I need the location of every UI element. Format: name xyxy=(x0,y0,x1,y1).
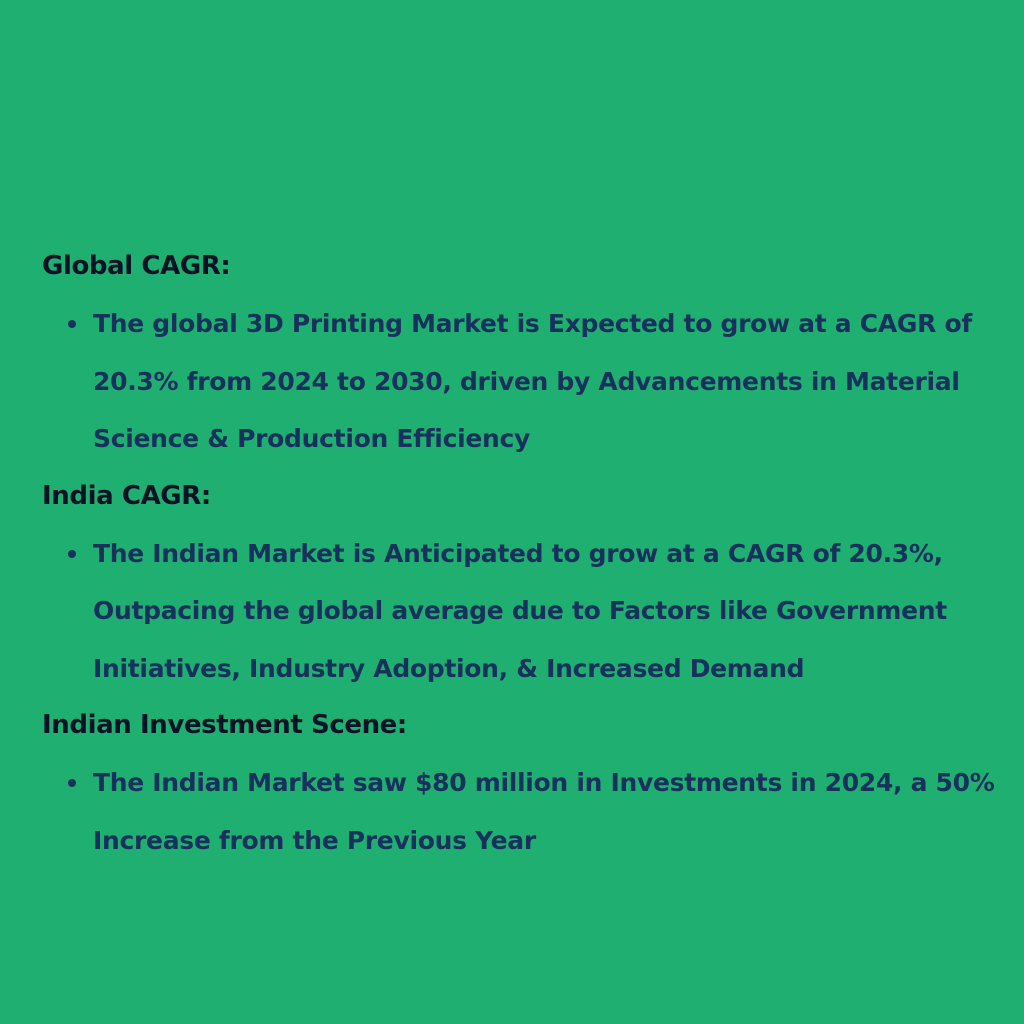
bullet-item: The global 3D Printing Market is Expecte… xyxy=(42,295,1002,468)
bullet-text: The global 3D Printing Market is Expecte… xyxy=(93,309,972,453)
section-heading: Global CAGR: xyxy=(42,251,231,281)
bullet-dot-icon xyxy=(68,320,76,328)
bullet-list: The Indian Market saw $80 million in Inv… xyxy=(42,754,1002,869)
content-block: Global CAGR: The global 3D Printing Mark… xyxy=(42,238,1002,869)
bullet-item: The Indian Market is Anticipated to grow… xyxy=(42,525,1002,698)
bullet-dot-icon xyxy=(68,779,76,787)
bullet-item: The Indian Market saw $80 million in Inv… xyxy=(42,754,1002,869)
slide-page: { "sections": [ { "heading": "Global CAG… xyxy=(0,0,1024,1024)
bullet-list: The Indian Market is Anticipated to grow… xyxy=(42,525,1002,698)
section-india-cagr: India CAGR: The Indian Market is Anticip… xyxy=(42,468,1002,698)
bullet-list: The global 3D Printing Market is Expecte… xyxy=(42,295,1002,468)
bullet-text: The Indian Market saw $80 million in Inv… xyxy=(93,768,995,855)
bullet-dot-icon xyxy=(68,549,76,558)
section-global-cagr: Global CAGR: The global 3D Printing Mark… xyxy=(42,238,1002,468)
section-indian-investment-scene: Indian Investment Scene: The Indian Mark… xyxy=(42,697,1002,869)
bullet-text: The Indian Market is Anticipated to grow… xyxy=(93,538,947,683)
section-heading: Indian Investment Scene: xyxy=(42,710,407,740)
section-heading: India CAGR: xyxy=(42,480,211,511)
